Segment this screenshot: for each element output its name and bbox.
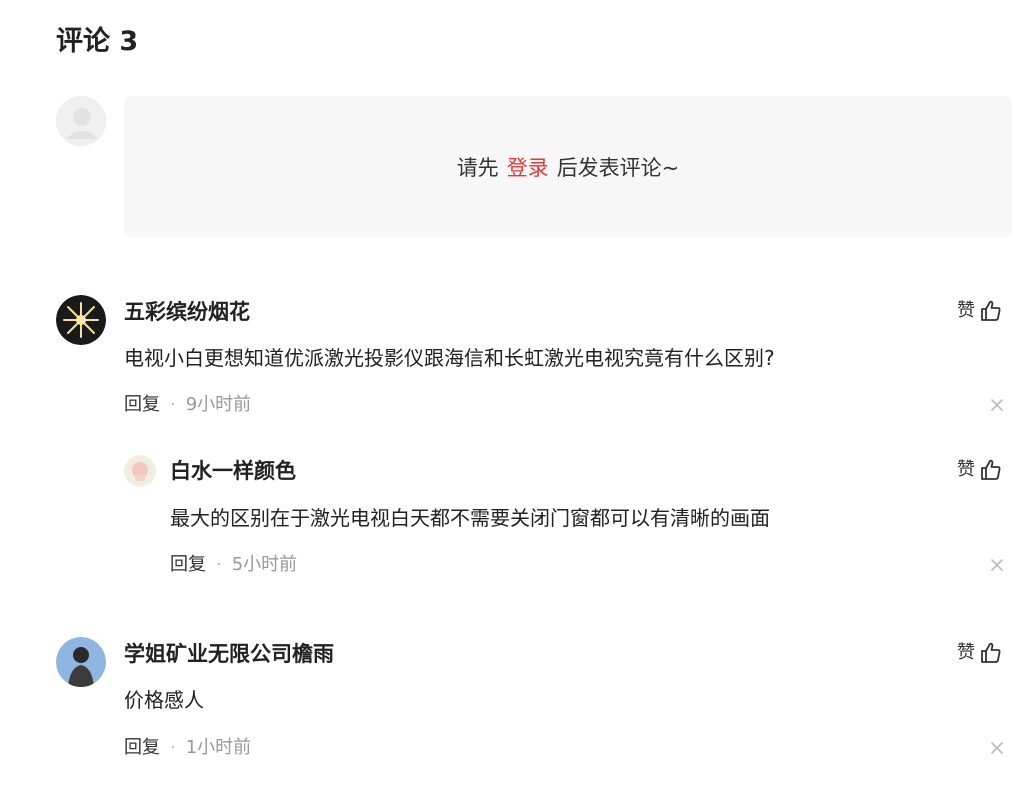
like-button[interactable]: 赞: [957, 457, 1003, 483]
close-icon[interactable]: [990, 740, 1006, 756]
comment-meta: 回复 · 1小时前: [124, 736, 251, 760]
thumbs-up-icon: [981, 642, 1001, 663]
comment-text: 电视小白更想知道优派激光投影仪跟海信和长虹激光电视究竟有什么区别?: [124, 346, 775, 370]
separator-dot: ·: [170, 394, 176, 415]
comment-time: 1小时前: [185, 737, 252, 758]
avatar[interactable]: [56, 295, 106, 345]
like-label: 赞: [957, 300, 975, 321]
comment-author[interactable]: 学姐矿业无限公司檐雨: [124, 640, 334, 668]
like-button[interactable]: 赞: [957, 640, 1003, 666]
close-icon[interactable]: [990, 397, 1006, 413]
thumbs-up-icon: [981, 459, 1001, 480]
reply-button[interactable]: 回复: [124, 736, 160, 760]
reply-button[interactable]: 回复: [124, 393, 160, 417]
comment-meta: 回复 · 5小时前: [170, 553, 297, 577]
separator-dot: ·: [216, 554, 222, 575]
like-button[interactable]: 赞: [957, 298, 1003, 324]
login-prompt-box: 请先 登录 后发表评论~: [124, 96, 1012, 237]
reply-button[interactable]: 回复: [170, 553, 206, 577]
like-label: 赞: [957, 459, 975, 480]
comments-title: 评论 3: [56, 26, 139, 57]
separator-dot: ·: [170, 737, 176, 758]
comment-meta: 回复 · 9小时前: [124, 393, 251, 417]
comment-author[interactable]: 五彩缤纷烟花: [124, 298, 250, 326]
comment-time: 5小时前: [231, 554, 298, 575]
comment-text: 最大的区别在于激光电视白天都不需要关闭门窗都可以有清晰的画面: [170, 506, 770, 530]
thumbs-up-icon: [981, 300, 1001, 321]
login-link[interactable]: 登录: [507, 152, 549, 182]
default-avatar-icon: [56, 96, 106, 146]
login-suffix: 后发表评论~: [556, 155, 680, 180]
like-label: 赞: [957, 642, 975, 663]
close-icon[interactable]: [990, 557, 1006, 573]
comment-author[interactable]: 白水一样颜色: [170, 457, 296, 485]
comment-text: 价格感人: [124, 688, 204, 712]
login-prefix: 请先: [456, 155, 499, 180]
avatar[interactable]: [124, 455, 156, 487]
comment-time: 9小时前: [185, 394, 252, 415]
avatar[interactable]: [56, 637, 106, 687]
